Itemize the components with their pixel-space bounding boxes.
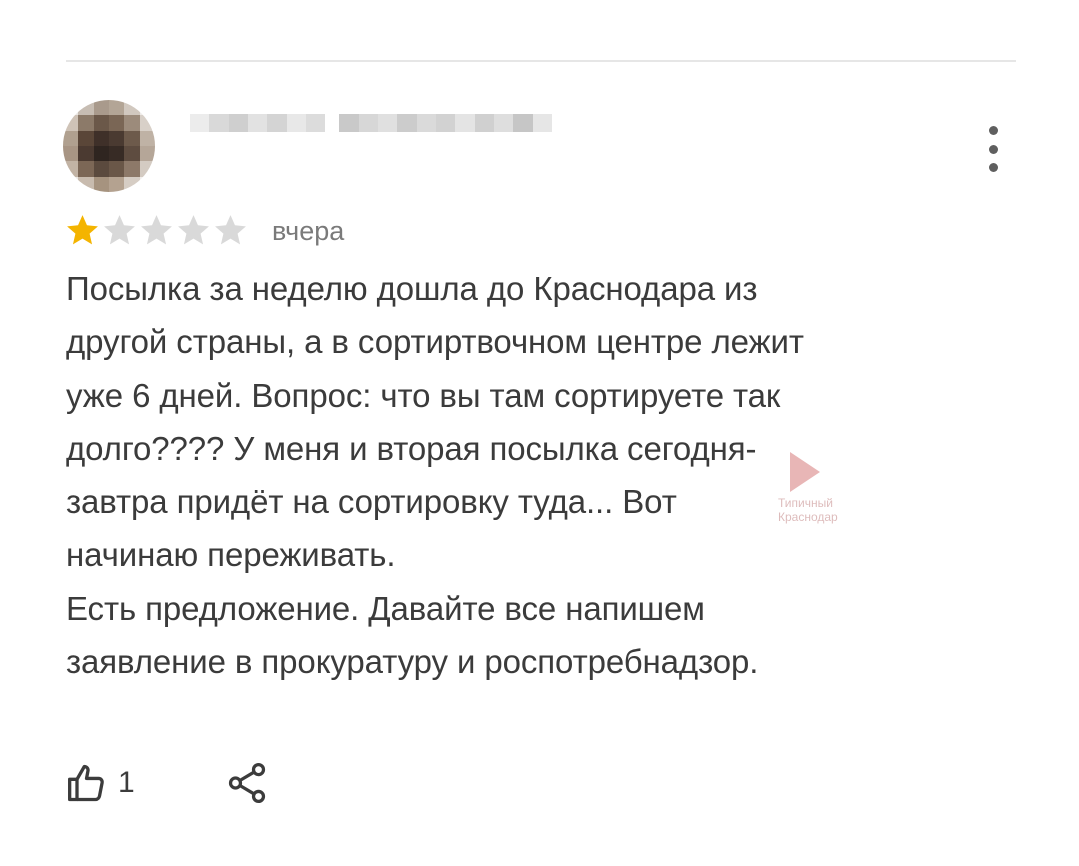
review-text-line: Посылка за неделю дошла до Краснодара из <box>66 270 758 307</box>
review-text-line: завтра придёт на сортировку туда... Вот <box>66 483 677 521</box>
star-empty-icon <box>215 214 246 244</box>
share-button[interactable] <box>224 760 270 806</box>
review-text-line: начинаю переживать. <box>66 536 396 574</box>
review-date: вчера <box>272 216 345 246</box>
more-vert-icon-dot <box>988 144 998 154</box>
review-text-line: другой страны, а в сортиртвочном центре … <box>66 323 804 361</box>
author-name-blurred[interactable] <box>190 110 552 136</box>
author-avatar[interactable] <box>63 100 155 192</box>
review-text-line: заявление в прокуратуру и роспотребнадзо… <box>66 643 759 681</box>
share-icon <box>228 762 266 804</box>
star-empty-icon <box>141 214 172 244</box>
like-count: 1 <box>118 766 135 799</box>
top-divider <box>66 60 1016 62</box>
review-text-line: уже 6 дней. Вопрос: что вы там сортирует… <box>66 376 781 414</box>
star-empty-icon <box>178 214 209 244</box>
star-filled-icon <box>67 214 98 244</box>
like-button[interactable]: 1 <box>66 760 135 806</box>
star-rating <box>64 210 249 250</box>
thumbs-up-icon <box>68 764 104 802</box>
review-text: Посылка за неделю дошла до Краснодара из… <box>66 262 966 688</box>
star-empty-icon <box>104 214 135 244</box>
review-text-line: долго???? У меня и вторая посылка сегодн… <box>66 429 757 467</box>
more-options-button[interactable] <box>978 126 1008 172</box>
more-vert-icon <box>988 126 998 135</box>
more-vert-icon-dot <box>988 163 998 172</box>
review-text-line: Есть предложение. Давайте все напишем <box>66 589 705 627</box>
